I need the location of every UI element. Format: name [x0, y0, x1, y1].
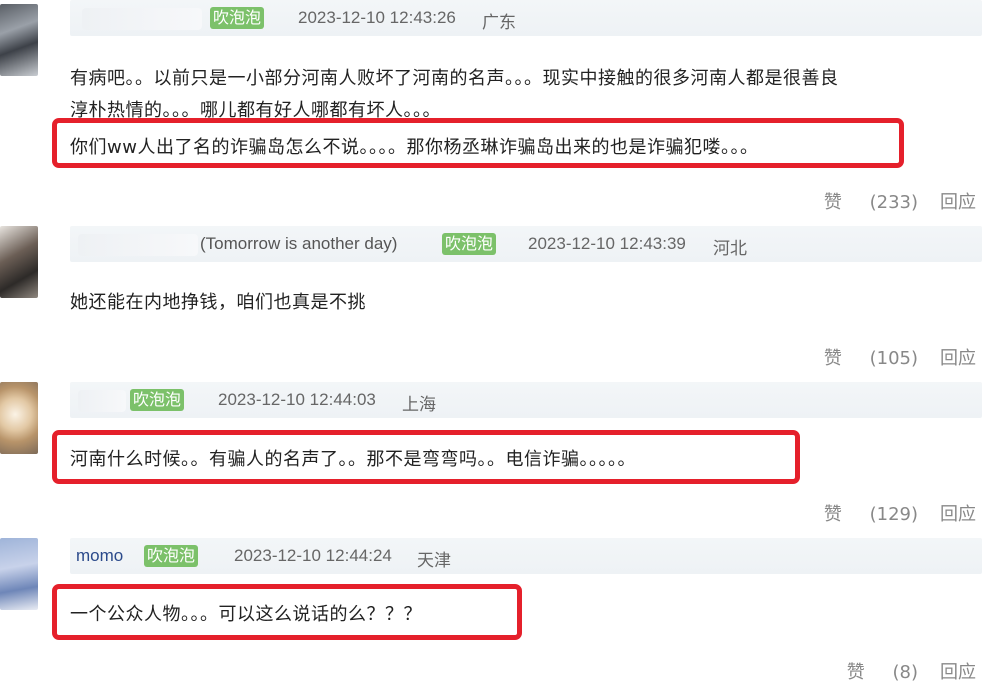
comment-location: 上海: [402, 395, 436, 414]
username-link[interactable]: momo: [76, 546, 123, 566]
comment-text-line: 有病吧。。以前只是一小部分河南人败坏了河南的名声。。。现实中接触的很多河南人都是…: [70, 68, 839, 89]
comment-actions: 赞 (129) 回应: [824, 500, 976, 526]
comment-actions: 赞 (8) 回应: [847, 658, 976, 684]
like-button[interactable]: 赞 (129): [824, 504, 918, 525]
comment-time: 2023-12-10 12:44:03: [218, 390, 376, 409]
like-button[interactable]: 赞 (105): [824, 348, 918, 369]
comment-header: 吹泡泡 2023-12-10 12:44:03 上海: [70, 382, 982, 418]
member-badge: 吹泡泡: [210, 7, 265, 29]
highlight-box: [52, 430, 800, 484]
comment-time: 2023-12-10 12:43:39: [528, 234, 686, 253]
member-badge: 吹泡泡: [144, 545, 199, 567]
like-label: 赞: [823, 192, 842, 213]
reply-button[interactable]: 回应: [940, 348, 976, 369]
reply-button[interactable]: 回应: [940, 662, 976, 683]
username-link[interactable]: [78, 390, 126, 412]
like-label: 赞: [823, 504, 842, 525]
comment-item: 吹泡泡 2023-12-10 12:44:03 上海 河南什么时候。。有骗人的名…: [0, 382, 1000, 532]
like-label: 赞: [823, 348, 842, 369]
highlight-box: [52, 584, 522, 640]
comment-location: 河北: [713, 239, 747, 258]
like-count: (129): [869, 504, 918, 525]
comment-text-line: 她还能在内地挣钱，咱们也真是不挑: [70, 292, 366, 313]
like-button[interactable]: 赞 (233): [824, 192, 918, 213]
comment-location: 天津: [417, 551, 451, 570]
comment-actions: 赞 (233) 回应: [824, 188, 976, 214]
like-count: (105): [869, 348, 918, 369]
member-badge: 吹泡泡: [442, 233, 497, 255]
highlight-box: [52, 118, 904, 168]
username-link[interactable]: (Tomorrow is another day): [200, 234, 397, 254]
like-button[interactable]: 赞 (8): [847, 662, 918, 683]
comment-header: 吹泡泡 2023-12-10 12:43:26 广东: [70, 0, 982, 36]
avatar[interactable]: [0, 382, 38, 454]
comment-item: 吹泡泡 2023-12-10 12:43:26 广东 有病吧。。以前只是一小部分…: [0, 0, 1000, 220]
comment-header: (Tomorrow is another day) 吹泡泡 2023-12-10…: [70, 226, 982, 262]
comment-header: momo 吹泡泡 2023-12-10 12:44:24 天津: [70, 538, 982, 574]
comment-time: 2023-12-10 12:43:26: [298, 8, 456, 27]
member-badge: 吹泡泡: [130, 389, 185, 411]
comment-actions: 赞 (105) 回应: [824, 344, 976, 370]
avatar[interactable]: [0, 226, 38, 298]
like-count: (8): [892, 662, 919, 683]
avatar[interactable]: [0, 4, 38, 76]
username-link[interactable]: [82, 8, 202, 30]
comment-item: momo 吹泡泡 2023-12-10 12:44:24 天津 一个公众人物。。…: [0, 538, 1000, 688]
username-blur: [78, 234, 198, 256]
reply-button[interactable]: 回应: [940, 504, 976, 525]
like-count: (233): [869, 192, 918, 213]
comment-time: 2023-12-10 12:44:24: [234, 546, 392, 565]
reply-button[interactable]: 回应: [940, 192, 976, 213]
avatar[interactable]: [0, 538, 38, 610]
like-label: 赞: [846, 662, 865, 683]
comment-location: 广东: [482, 13, 516, 32]
comment-item: (Tomorrow is another day) 吹泡泡 2023-12-10…: [0, 226, 1000, 376]
